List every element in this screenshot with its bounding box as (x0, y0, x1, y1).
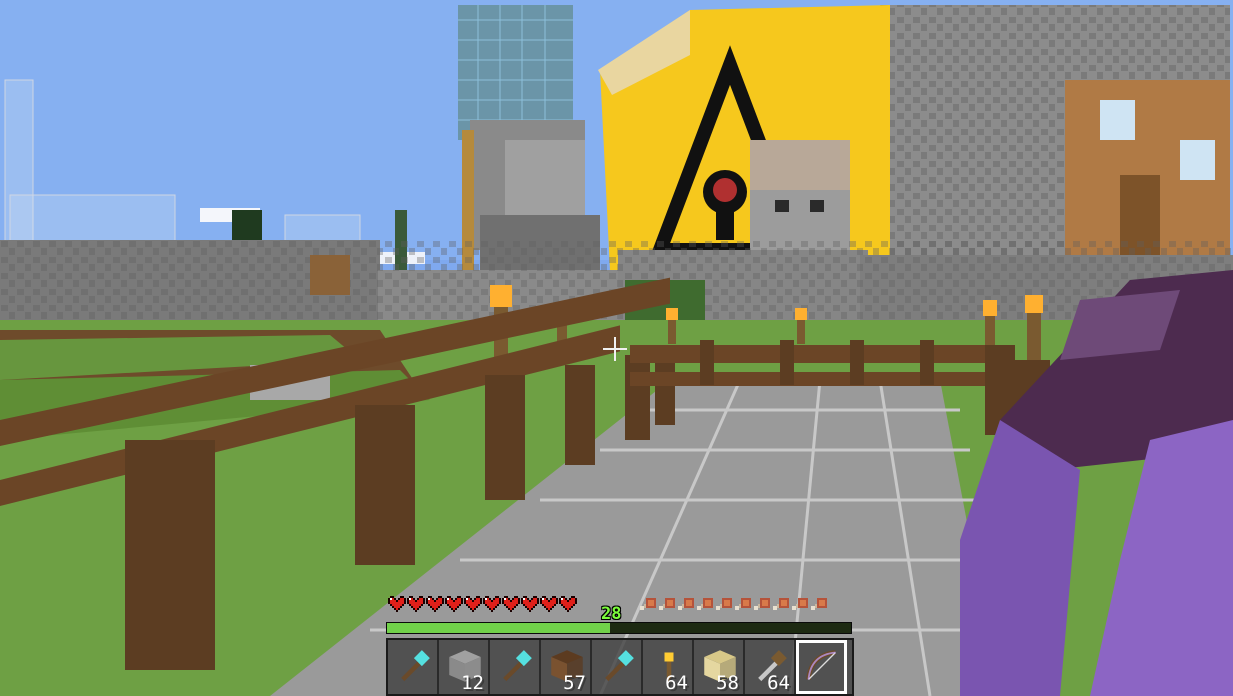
hotbar-slot-7[interactable]: 58 (694, 640, 745, 694)
heart-icon (445, 596, 463, 612)
health-bar (388, 596, 577, 612)
heart-icon (464, 596, 482, 612)
diamond-shovel-icon (401, 650, 430, 682)
drumstick-icon (754, 596, 772, 612)
enchanted-bow-icon (806, 650, 836, 680)
heart-icon (559, 596, 577, 612)
hotbar[interactable]: 12 57 64 58 64 (386, 638, 854, 696)
experience-fill (387, 623, 610, 633)
drumstick-icon (792, 596, 810, 612)
item-count: 58 (716, 672, 739, 694)
item-count: 64 (665, 672, 688, 694)
hotbar-slot-5[interactable] (592, 640, 643, 694)
drumstick-icon (659, 596, 677, 612)
heart-icon (521, 596, 539, 612)
diamond-axe-icon (605, 650, 634, 682)
hotbar-slot-9[interactable] (796, 640, 847, 694)
hotbar-slot-6[interactable]: 64 (643, 640, 694, 694)
crosshair-icon (603, 337, 627, 361)
item-count: 57 (563, 672, 586, 694)
drumstick-icon (678, 596, 696, 612)
hotbar-slot-3[interactable] (490, 640, 541, 694)
drumstick-icon (773, 596, 791, 612)
item-count: 12 (461, 672, 484, 694)
drumstick-icon (811, 596, 829, 612)
item-count: 64 (767, 672, 790, 694)
drumstick-icon (640, 596, 658, 612)
hotbar-slot-1[interactable] (388, 640, 439, 694)
hotbar-slot-2[interactable]: 12 (439, 640, 490, 694)
drumstick-icon (716, 596, 734, 612)
wooden-house (1065, 80, 1230, 260)
hotbar-slot-8[interactable]: 64 (745, 640, 796, 694)
heart-icon (540, 596, 558, 612)
skull-block (750, 140, 850, 250)
hotbar-slot-4[interactable]: 57 (541, 640, 592, 694)
diamond-pickaxe-icon (503, 650, 532, 682)
heart-icon (426, 596, 444, 612)
experience-level: 28 (601, 604, 622, 624)
drumstick-icon (735, 596, 753, 612)
heart-icon (483, 596, 501, 612)
heart-icon (502, 596, 520, 612)
heart-icon (388, 596, 406, 612)
heart-icon (407, 596, 425, 612)
drumstick-icon (697, 596, 715, 612)
hunger-bar (640, 596, 829, 612)
